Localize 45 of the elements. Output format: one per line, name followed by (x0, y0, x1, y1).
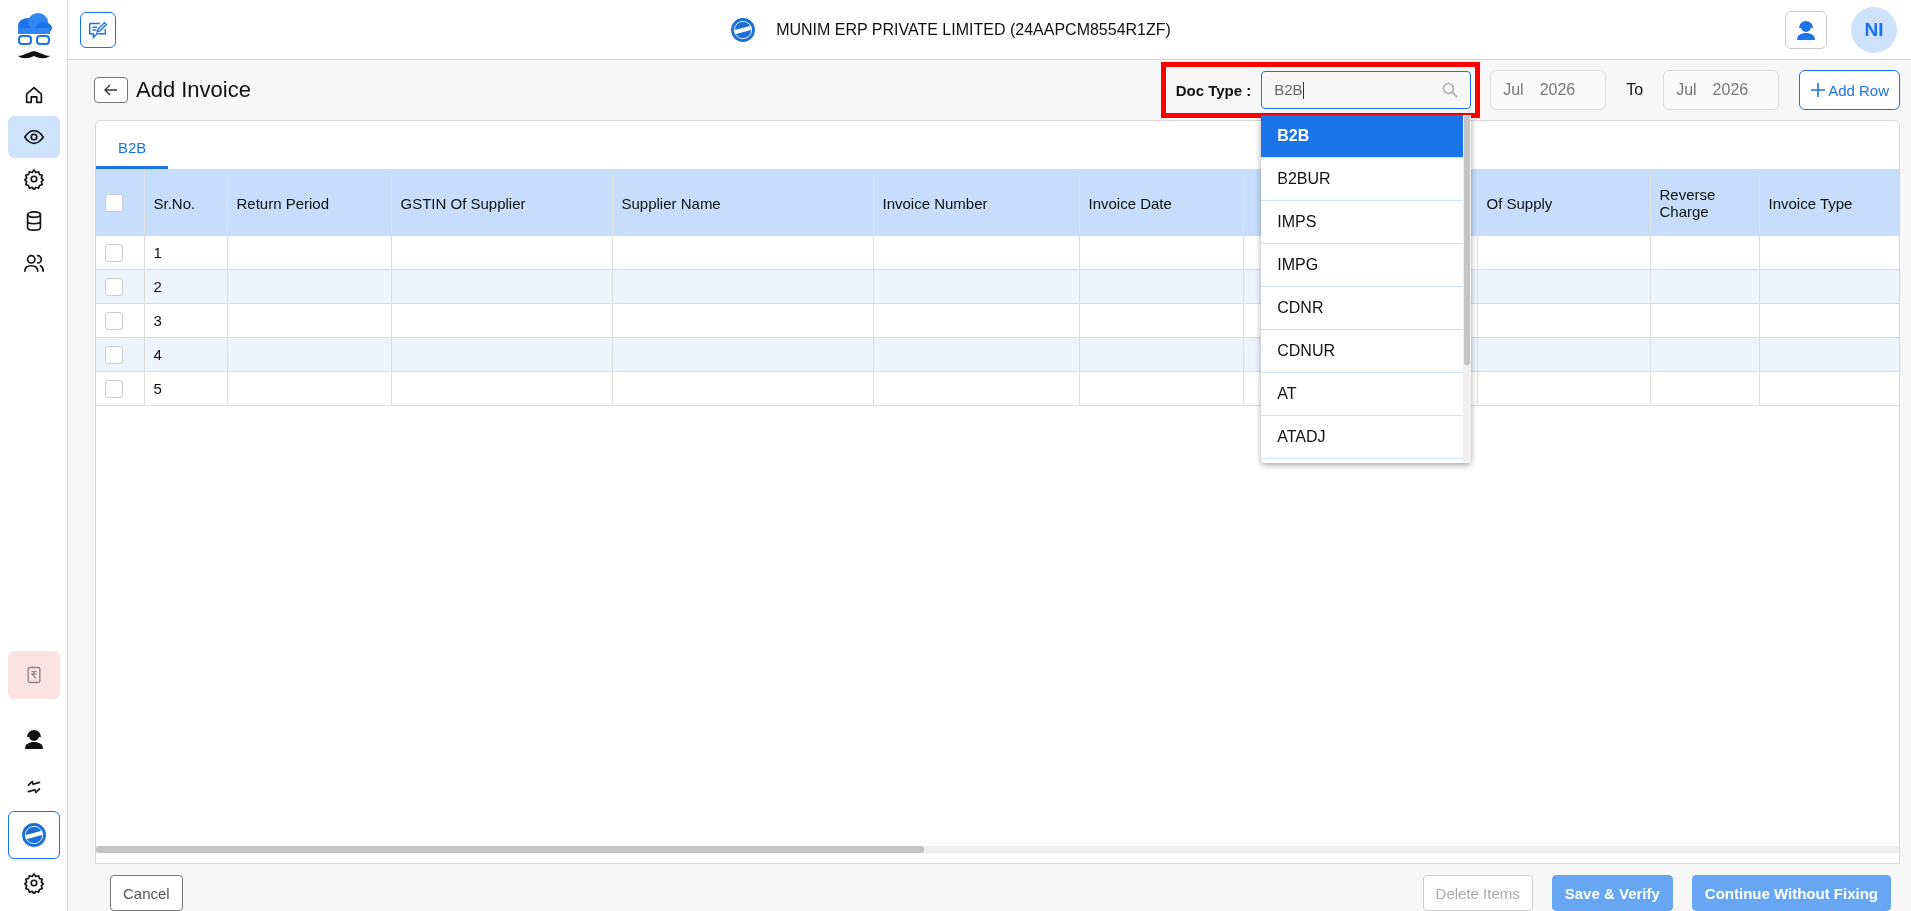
support-button[interactable] (1785, 10, 1827, 49)
sidebar-item[interactable] (7, 116, 60, 158)
settings-icon (22, 872, 45, 894)
page-title: Add Invoice (136, 77, 251, 103)
add-row-button[interactable]: Add Row (1799, 70, 1900, 110)
row-checkbox[interactable] (105, 243, 123, 262)
column-header: Invoice Date (1088, 194, 1172, 212)
company-name: MUNIM ERP PRIVATE LIMITED (24AAPCM8554R1ZF) (776, 20, 1171, 39)
column-header: GSTIN Of Supplier (400, 194, 526, 212)
back-arrow-icon (104, 84, 118, 96)
column-header: Invoice Number (882, 194, 988, 212)
column-header: Return Period (236, 194, 330, 212)
settings-icon (22, 168, 45, 190)
gst-seal-icon (20, 822, 47, 848)
column-header: Supplier Name (621, 194, 721, 212)
scrollbar-thumb[interactable] (1464, 115, 1471, 365)
row-checkbox[interactable] (105, 311, 123, 330)
users-icon (22, 252, 45, 274)
select-all-checkbox[interactable] (105, 194, 123, 212)
doc-type-field[interactable]: B2B (1261, 71, 1472, 109)
column-header: Invoice Type (1768, 194, 1853, 212)
row-checkbox[interactable] (105, 379, 123, 398)
table-cell: 5 (153, 380, 162, 397)
doc-type-label: Doc Type : (1175, 81, 1252, 99)
column-header: Sr.No. (153, 194, 196, 212)
table-cell: 3 (153, 312, 162, 329)
user-avatar[interactable]: NI (1851, 6, 1897, 53)
row-checkbox[interactable] (105, 345, 123, 364)
table-cell: 4 (153, 346, 162, 363)
gst-seal-icon (730, 16, 757, 43)
column-header: Reverse Charge (1659, 186, 1716, 220)
from-month-field[interactable]: Jul 2026 (1490, 70, 1607, 110)
table-cell: 1 (153, 244, 162, 261)
to-month-field[interactable]: Jul 2026 (1663, 70, 1780, 110)
dropdown-option[interactable]: B2B (1261, 115, 1464, 158)
outline-button[interactable]: Cancel (110, 875, 183, 911)
plus-icon (1810, 82, 1827, 98)
search-icon (1442, 82, 1459, 98)
scrollbar-thumb[interactable] (96, 846, 924, 853)
row-checkbox[interactable] (105, 277, 123, 296)
table-cell: 2 (153, 278, 162, 295)
back-button[interactable] (94, 77, 128, 103)
feedback-button[interactable] (80, 11, 116, 48)
column-header: Of Supply (1486, 194, 1553, 212)
to-label: To (1626, 81, 1644, 99)
